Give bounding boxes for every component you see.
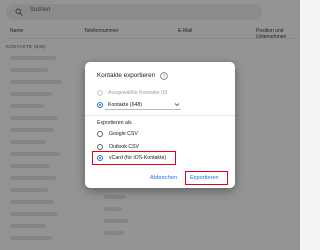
- option-outlook-csv-label: Outlook CSV: [109, 144, 139, 151]
- radio-selected-contacts[interactable]: [97, 90, 103, 96]
- dropdown-underline: [105, 109, 181, 110]
- export-as-heading: Exportieren als: [97, 120, 132, 126]
- vcard-highlight-box: [92, 151, 176, 165]
- chevron-down-icon: [174, 103, 180, 107]
- dialog-divider: [85, 115, 235, 116]
- radio-all-contacts[interactable]: [97, 102, 103, 108]
- dialog-title: Kontakte exportieren: [97, 72, 156, 79]
- help-circle-icon[interactable]: ?: [160, 71, 168, 80]
- option-google-csv-label: Google CSV: [109, 131, 138, 138]
- contacts-dropdown-value: Kontakte (648): [108, 102, 143, 109]
- export-contacts-dialog: Kontakte exportieren ? Ausgewählte Konta…: [85, 62, 235, 188]
- contacts-dropdown[interactable]: Kontakte (648): [105, 99, 181, 110]
- cancel-button[interactable]: Abbrechen: [150, 175, 177, 181]
- option-selected-contacts-label: Ausgewählte Kontakte (0): [108, 90, 168, 97]
- export-highlight-box: [185, 171, 228, 185]
- radio-google-csv[interactable]: [97, 131, 103, 137]
- svg-text:?: ?: [163, 73, 166, 78]
- radio-outlook-csv[interactable]: [97, 144, 103, 150]
